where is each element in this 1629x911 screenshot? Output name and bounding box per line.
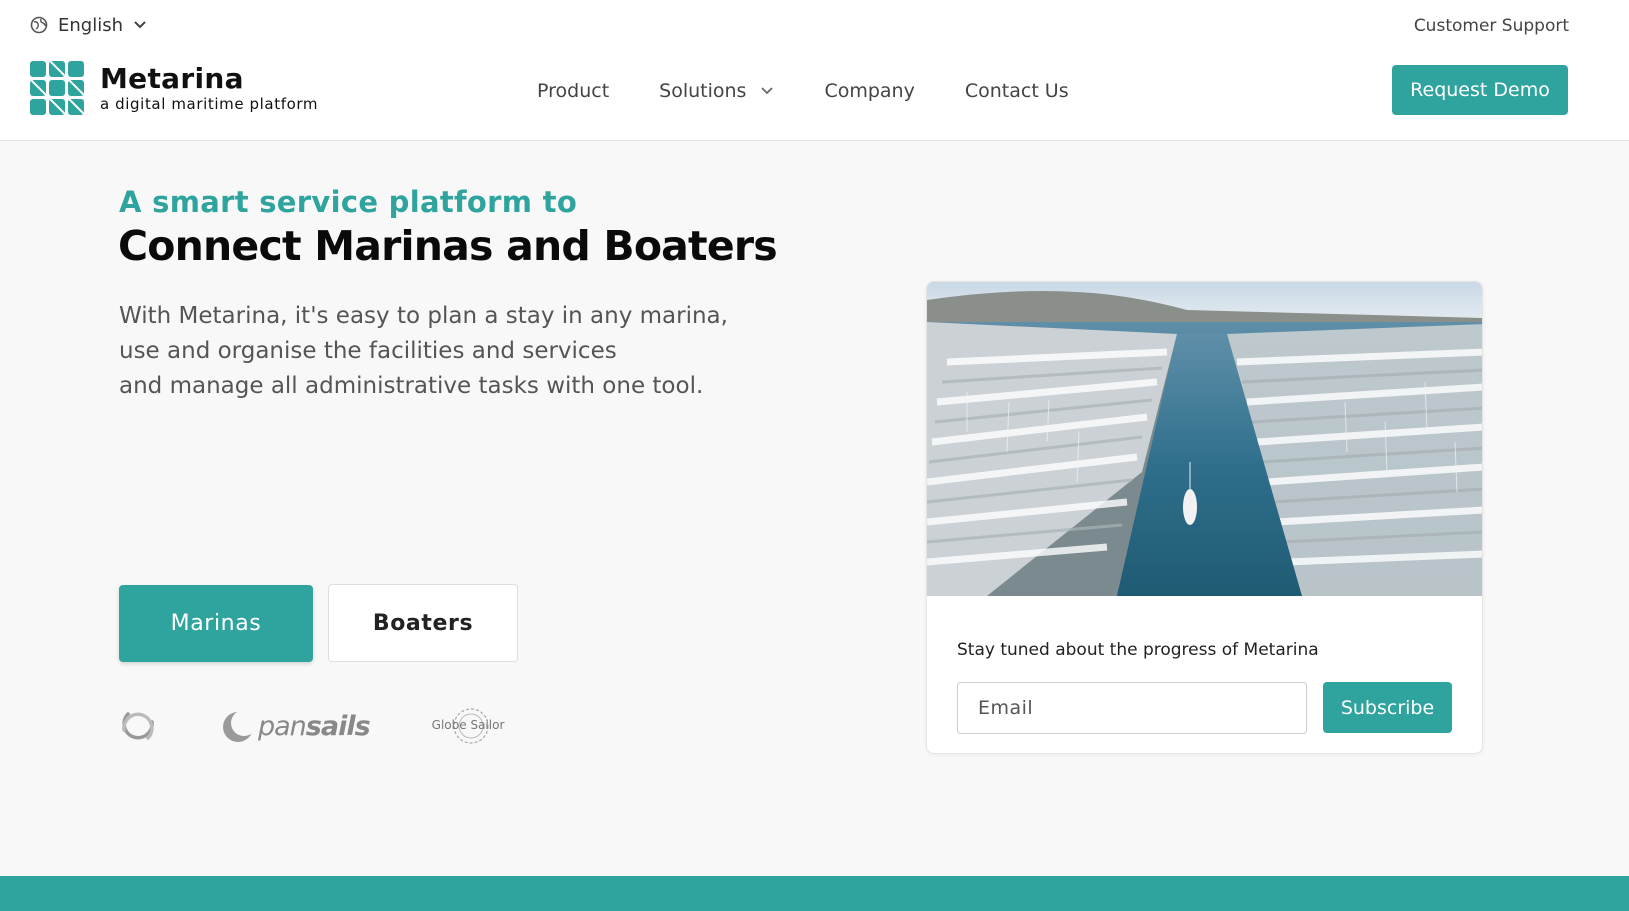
subscribe-card: Stay tuned about the progress of Metarin… xyxy=(926,281,1483,754)
partner-logos: pansails Globe Sailor xyxy=(118,706,510,746)
logo[interactable]: Metarina a digital maritime platform xyxy=(30,61,318,115)
hero-description-line: use and organise the facilities and serv… xyxy=(119,338,617,364)
globe-sailor-text: Globe Sailor xyxy=(431,718,505,732)
pansails-moon-icon xyxy=(223,710,254,742)
subscribe-label: Stay tuned about the progress of Metarin… xyxy=(957,640,1319,660)
hero-description-line: and manage all administrative tasks with… xyxy=(119,373,704,399)
pansails-text-b: sails xyxy=(305,710,371,742)
hero-description: With Metarina, it's easy to plan a stay … xyxy=(119,299,739,404)
nav-solutions[interactable]: Solutions xyxy=(659,80,774,102)
partner-swirl-logo-icon xyxy=(122,712,154,740)
main-nav: Product Solutions Company Contact Us xyxy=(537,80,1069,102)
logo-tagline: a digital maritime platform xyxy=(100,95,319,113)
language-label: English xyxy=(58,14,123,36)
logo-name: Metarina xyxy=(100,62,244,95)
request-demo-button[interactable]: Request Demo xyxy=(1392,65,1568,115)
logo-mark-icon xyxy=(30,61,84,115)
customer-support-link[interactable]: Customer Support xyxy=(1414,16,1569,36)
globe-icon xyxy=(30,16,48,34)
nav-company[interactable]: Company xyxy=(824,80,914,102)
nav-contact-us[interactable]: Contact Us xyxy=(965,80,1069,102)
hero-description-line: With Metarina, it's easy to plan a stay … xyxy=(119,303,728,329)
nav-product[interactable]: Product xyxy=(537,80,609,102)
pansails-text-a: pan xyxy=(258,710,307,742)
globe-sailor-logo: Globe Sailor xyxy=(432,706,510,746)
site-header: English Customer Support Metarina a digi… xyxy=(0,0,1629,141)
chevron-down-icon xyxy=(761,87,774,95)
marinas-button[interactable]: Marinas xyxy=(119,585,313,662)
subscribe-button[interactable]: Subscribe xyxy=(1323,682,1452,733)
chevron-down-icon xyxy=(134,21,146,29)
hero-kicker: A smart service platform to xyxy=(119,185,578,219)
marina-photo xyxy=(927,282,1482,596)
language-selector[interactable]: English xyxy=(30,14,147,36)
nav-solutions-label: Solutions xyxy=(659,80,747,102)
hero-headline: Connect Marinas and Boaters xyxy=(118,222,778,270)
boaters-button[interactable]: Boaters xyxy=(328,584,518,662)
footer-band xyxy=(0,876,1629,911)
email-input[interactable] xyxy=(957,682,1307,734)
pansails-logo: pansails xyxy=(222,709,371,743)
